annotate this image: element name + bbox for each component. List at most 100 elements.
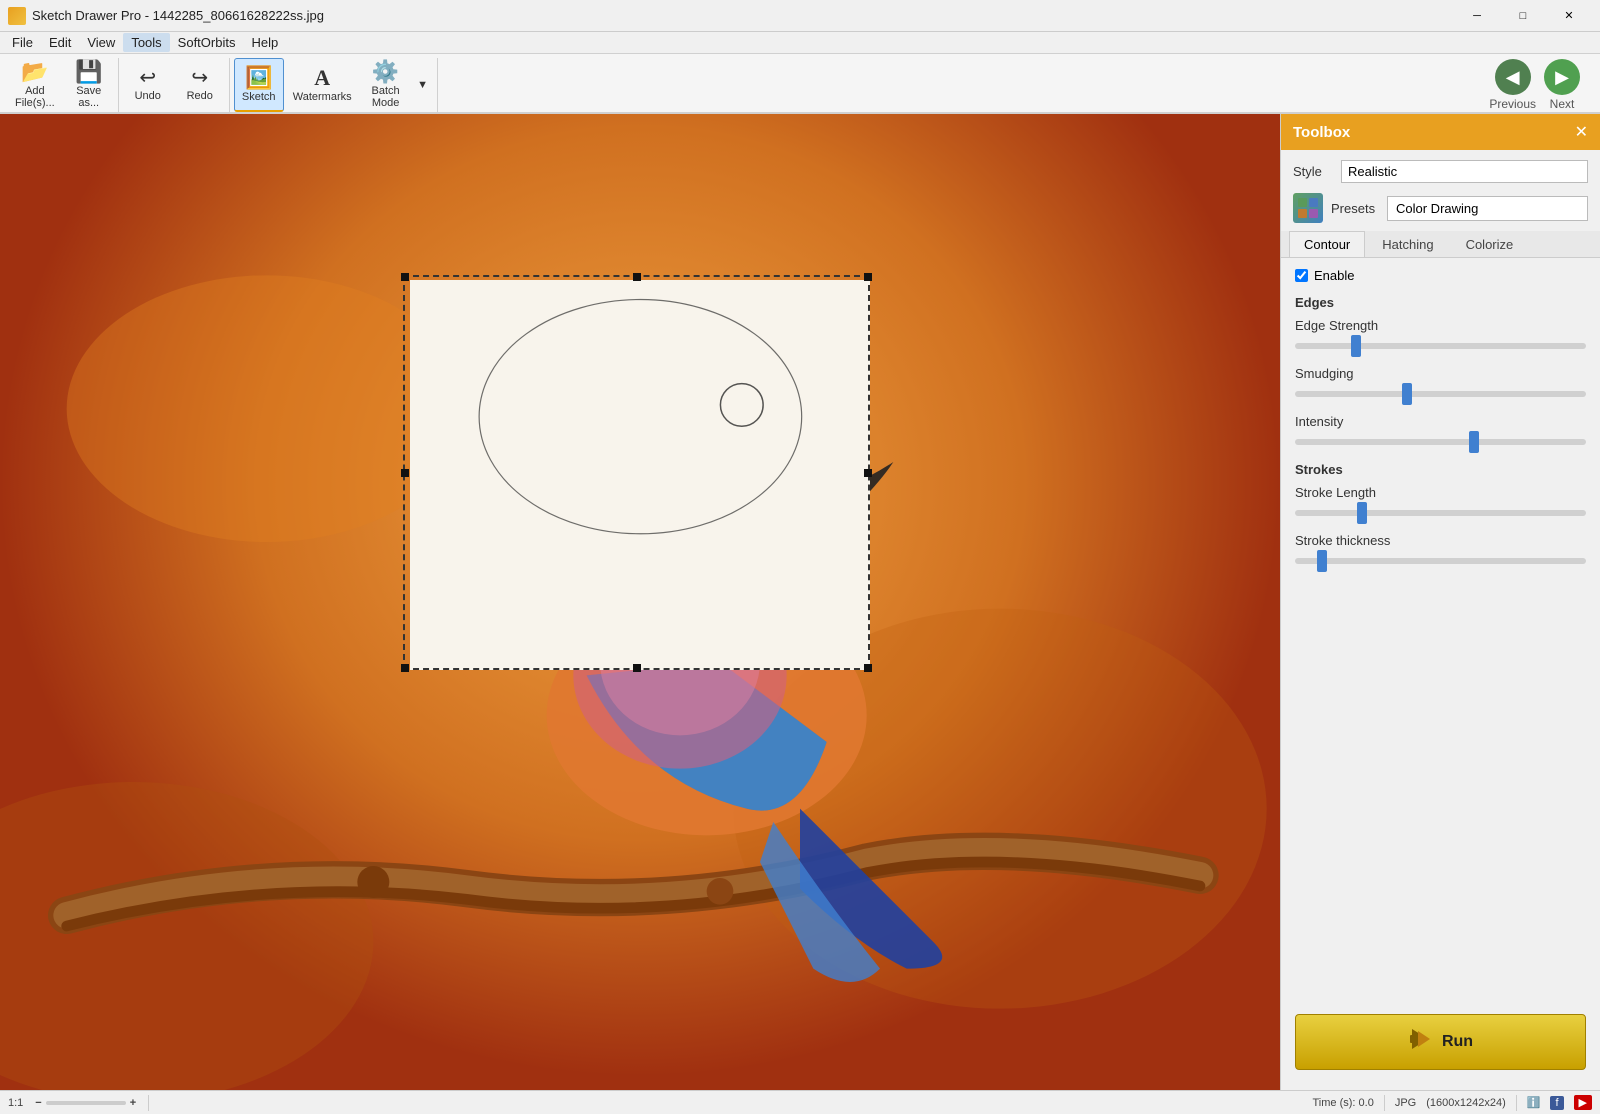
enable-row: Enable xyxy=(1295,268,1586,283)
edge-strength-row: Edge Strength xyxy=(1295,318,1586,352)
zoom-indicator: 1:1 xyxy=(8,1097,23,1109)
status-bar: 1:1 − + Time (s): 0.0 JPG (1600x1242x24)… xyxy=(0,1090,1600,1114)
nav-area: ◀ Previous ▶ Next xyxy=(438,58,1596,112)
watermarks-label: Watermarks xyxy=(293,91,352,103)
status-separator-2 xyxy=(1384,1095,1385,1111)
time-label: Time (s): 0.0 xyxy=(1313,1097,1374,1109)
presets-row: Presets Color Drawing Classic Pencil Sof… xyxy=(1281,189,1600,231)
menu-view[interactable]: View xyxy=(79,33,123,52)
edges-section-title: Edges xyxy=(1295,295,1586,310)
previous-button[interactable]: ◀ xyxy=(1495,59,1531,95)
next-nav-group: ▶ Next xyxy=(1544,59,1580,111)
add-file-icon: 📂 xyxy=(21,61,48,83)
redo-button[interactable]: ↪ Redo xyxy=(175,58,225,112)
info-icon[interactable]: ℹ️ xyxy=(1527,1096,1541,1109)
undo-label: Undo xyxy=(135,90,161,102)
intensity-row: Intensity xyxy=(1295,414,1586,448)
menu-tools[interactable]: Tools xyxy=(123,33,169,52)
batch-mode-label: BatchMode xyxy=(372,85,400,109)
batch-mode-icon: ⚙️ xyxy=(372,61,399,83)
minimize-button[interactable]: ─ xyxy=(1454,0,1500,32)
tab-colorize[interactable]: Colorize xyxy=(1451,231,1529,257)
redo-icon: ↪ xyxy=(191,68,208,88)
toolbar-tools-group: 🖼️ Sketch A Watermarks ⚙️ BatchMode ▼ xyxy=(230,58,438,112)
format-label: JPG xyxy=(1395,1097,1416,1109)
edge-strength-slider[interactable] xyxy=(1295,343,1586,349)
run-button[interactable]: Run xyxy=(1295,1014,1586,1070)
smudging-slider[interactable] xyxy=(1295,391,1586,397)
sketch-preview xyxy=(410,280,871,670)
tab-hatching[interactable]: Hatching xyxy=(1367,231,1448,257)
watermarks-button[interactable]: A Watermarks xyxy=(286,58,359,112)
tab-content: Enable Edges Edge Strength Smudging Inte… xyxy=(1281,258,1600,638)
style-row: Style Realistic Pencil Charcoal Color Pe… xyxy=(1281,150,1600,189)
intensity-label: Intensity xyxy=(1295,414,1586,429)
save-icon: 💾 xyxy=(75,61,102,83)
maximize-button[interactable]: □ xyxy=(1500,0,1546,32)
add-file-button[interactable]: 📂 AddFile(s)... xyxy=(8,58,62,112)
toolbar-edit-group: ↩ Undo ↪ Redo xyxy=(119,58,230,112)
title-bar: Sketch Drawer Pro - 1442285_80661628222s… xyxy=(0,0,1600,32)
facebook-icon[interactable]: f xyxy=(1550,1096,1563,1110)
presets-select[interactable]: Color Drawing Classic Pencil Soft Sketch… xyxy=(1387,196,1588,221)
menu-file[interactable]: File xyxy=(4,33,41,52)
stroke-thickness-row: Stroke thickness xyxy=(1295,533,1586,567)
run-button-area: Run xyxy=(1281,998,1600,1090)
toolbar-file-group: 📂 AddFile(s)... 💾 Saveas... xyxy=(4,58,119,112)
zoom-controls: − + xyxy=(35,1097,136,1109)
enable-checkbox[interactable] xyxy=(1295,269,1308,282)
more-button[interactable]: ▼ xyxy=(413,58,433,112)
toolbox-close-button[interactable]: ✕ xyxy=(1575,122,1588,142)
undo-button[interactable]: ↩ Undo xyxy=(123,58,173,112)
style-select[interactable]: Realistic Pencil Charcoal Color Pencil xyxy=(1341,160,1588,183)
menu-bar: File Edit View Tools SoftOrbits Help xyxy=(0,32,1600,54)
add-file-label: AddFile(s)... xyxy=(15,85,55,109)
app-icon xyxy=(8,7,26,25)
smudging-row: Smudging xyxy=(1295,366,1586,400)
redo-label: Redo xyxy=(187,90,213,102)
zoom-plus[interactable]: + xyxy=(130,1097,136,1109)
toolbar: 📂 AddFile(s)... 💾 Saveas... ↩ Undo ↪ Red… xyxy=(0,54,1600,114)
save-as-button[interactable]: 💾 Saveas... xyxy=(64,58,114,112)
sketch-icon: 🖼️ xyxy=(245,67,272,89)
batch-mode-button[interactable]: ⚙️ BatchMode xyxy=(361,58,411,112)
stroke-length-slider[interactable] xyxy=(1295,510,1586,516)
main-area: Toolbox ✕ Style Realistic Pencil Charcoa… xyxy=(0,114,1600,1090)
watermarks-icon: A xyxy=(314,67,330,89)
intensity-slider[interactable] xyxy=(1295,439,1586,445)
sketch-button[interactable]: 🖼️ Sketch xyxy=(234,58,284,112)
stroke-length-label: Stroke Length xyxy=(1295,485,1586,500)
close-button[interactable]: ✕ xyxy=(1546,0,1592,32)
toolbox-panel: Toolbox ✕ Style Realistic Pencil Charcoa… xyxy=(1280,114,1600,1090)
style-label: Style xyxy=(1293,164,1333,179)
strokes-section-title: Strokes xyxy=(1295,462,1586,477)
tab-contour[interactable]: Contour xyxy=(1289,231,1365,257)
resolution-label: (1600x1242x24) xyxy=(1426,1097,1506,1109)
canvas-area[interactable] xyxy=(0,114,1280,1090)
zoom-slider[interactable] xyxy=(46,1101,126,1105)
save-as-label: Saveas... xyxy=(76,85,101,109)
tabs: Contour Hatching Colorize xyxy=(1281,231,1600,258)
app-title: Sketch Drawer Pro - 1442285_80661628222s… xyxy=(32,8,1454,23)
next-button[interactable]: ▶ xyxy=(1544,59,1580,95)
youtube-icon[interactable]: ▶ xyxy=(1574,1095,1592,1110)
enable-label[interactable]: Enable xyxy=(1314,268,1354,283)
presets-icon xyxy=(1293,193,1323,223)
previous-nav-group: ◀ Previous xyxy=(1489,59,1536,111)
sketch-label: Sketch xyxy=(242,91,276,103)
stroke-thickness-label: Stroke thickness xyxy=(1295,533,1586,548)
edge-strength-label: Edge Strength xyxy=(1295,318,1586,333)
zoom-minus[interactable]: − xyxy=(35,1097,41,1109)
status-right-area: Time (s): 0.0 JPG (1600x1242x24) ℹ️ f ▶ xyxy=(1313,1095,1593,1111)
menu-softorbits[interactable]: SoftOrbits xyxy=(170,33,244,52)
next-label: Next xyxy=(1550,97,1575,111)
menu-help[interactable]: Help xyxy=(243,33,286,52)
stroke-thickness-slider[interactable] xyxy=(1295,558,1586,564)
undo-icon: ↩ xyxy=(139,68,156,88)
zoom-ratio: 1:1 xyxy=(8,1097,23,1109)
status-separator-3 xyxy=(1516,1095,1517,1111)
menu-edit[interactable]: Edit xyxy=(41,33,79,52)
presets-label: Presets xyxy=(1331,201,1379,216)
toolbox-header: Toolbox ✕ xyxy=(1281,114,1600,150)
status-separator-1 xyxy=(148,1095,149,1111)
